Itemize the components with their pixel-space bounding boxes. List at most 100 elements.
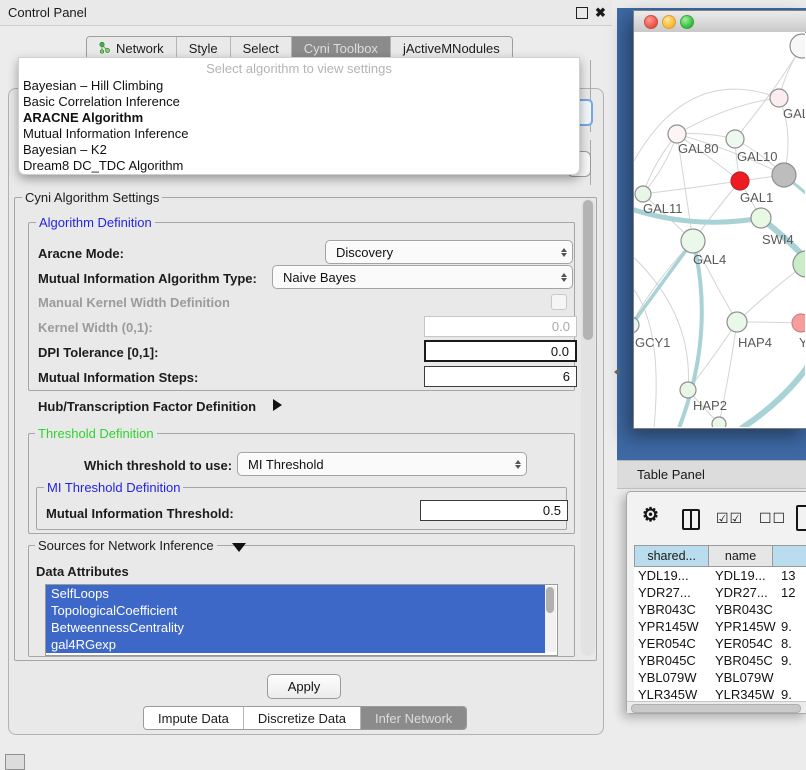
attributes-scrollbar-thumb[interactable] bbox=[546, 587, 554, 613]
tab-infer-network[interactable]: Infer Network bbox=[361, 707, 466, 729]
network-view-window[interactable]: GAL GAL80 GAL10 GAL1 GAL11 SWI4 GAL4 GCY… bbox=[633, 10, 806, 429]
splitter-collapse-icon[interactable] bbox=[614, 368, 619, 376]
algorithm-option[interactable]: Bayesian – Hill Climbing bbox=[23, 78, 573, 94]
node-label: HAP4 bbox=[738, 335, 772, 350]
kernel-width-value: 0.0 bbox=[552, 319, 570, 334]
network-canvas[interactable]: GAL GAL80 GAL10 GAL1 GAL11 SWI4 GAL4 GCY… bbox=[634, 32, 805, 427]
gear-icon[interactable]: ⚙ bbox=[642, 504, 659, 527]
node-gal11[interactable] bbox=[635, 186, 651, 202]
table-row[interactable]: YBR045C YBR045C 9. bbox=[634, 652, 806, 669]
node-gray[interactable] bbox=[772, 163, 796, 187]
node-red[interactable] bbox=[731, 172, 749, 190]
mi-threshold-value: 0.5 bbox=[543, 503, 561, 518]
hub-section-label[interactable]: Hub/Transcription Factor Definition bbox=[38, 399, 256, 414]
node-salmon[interactable] bbox=[792, 314, 805, 332]
tab-discretize-data[interactable]: Discretize Data bbox=[244, 707, 361, 729]
data-attributes-label: Data Attributes bbox=[36, 564, 129, 579]
column-header-name[interactable]: name bbox=[709, 545, 773, 567]
checked-boxes-icon[interactable]: ☑☑ bbox=[716, 510, 743, 527]
columns-icon[interactable] bbox=[682, 509, 700, 530]
node-gal10[interactable] bbox=[726, 130, 744, 148]
algorithm-option-selected[interactable]: ARACNE Algorithm bbox=[23, 110, 573, 126]
aracne-mode-value: Discovery bbox=[326, 245, 556, 260]
cell: YBL079W bbox=[638, 669, 697, 686]
column-header-shared-name[interactable]: shared... bbox=[634, 545, 709, 567]
data-attributes-list[interactable]: SelfLoops TopologicalCoefficient Between… bbox=[45, 584, 558, 656]
tab-select[interactable]: Select bbox=[231, 37, 292, 59]
table-row[interactable]: YDR27... YDR27... 12 bbox=[634, 584, 806, 601]
table-row[interactable]: YDL19... YDL19... 13 bbox=[634, 567, 806, 584]
table-row[interactable]: YER054C YER054C 8. bbox=[634, 635, 806, 652]
sources-title[interactable]: Sources for Network Inference bbox=[35, 538, 217, 553]
tab-impute-data[interactable]: Impute Data bbox=[144, 707, 244, 729]
node-label: HAP2 bbox=[693, 398, 727, 413]
table-row[interactable]: YPR145W YPR145W 9. bbox=[634, 618, 806, 635]
node-label: SWI4 bbox=[762, 232, 794, 247]
attribute-item-selected[interactable]: BetweennessCentrality bbox=[46, 619, 545, 636]
node-hap4[interactable] bbox=[727, 312, 747, 332]
minimize-traffic-light-icon[interactable] bbox=[662, 15, 676, 29]
close-traffic-light-icon[interactable] bbox=[644, 15, 658, 29]
attributes-scrollbar[interactable] bbox=[545, 586, 556, 652]
settings-scrollbar-thumb[interactable] bbox=[583, 200, 593, 340]
resize-grip[interactable] bbox=[5, 754, 25, 770]
collapsed-arrow-icon[interactable] bbox=[273, 399, 282, 411]
dpi-tolerance-input[interactable]: 0.0 bbox=[424, 340, 577, 362]
tab-style[interactable]: Style bbox=[177, 37, 231, 59]
attribute-item-selected[interactable]: gal4RGexp bbox=[46, 636, 545, 653]
network-window-titlebar[interactable] bbox=[634, 11, 806, 33]
mi-threshold-input[interactable]: 0.5 bbox=[420, 500, 568, 521]
attribute-item-selected[interactable]: SelfLoops bbox=[46, 585, 545, 602]
table-panel-window: ⚙ ☑☑ ☐☐ shared... name YDL19... YDL19...… bbox=[626, 491, 806, 714]
algorithm-option[interactable]: Mutual Information Inference bbox=[23, 126, 573, 142]
column-header-clipped[interactable] bbox=[773, 545, 806, 567]
table-horizontal-scrollbar[interactable] bbox=[627, 701, 806, 713]
tab-network-label: Network bbox=[116, 41, 164, 56]
cell: YDL19... bbox=[638, 567, 689, 584]
kernel-width-input[interactable]: 0.0 bbox=[424, 316, 577, 337]
manual-kernel-width-checkbox[interactable] bbox=[551, 294, 567, 310]
tab-network[interactable]: Network bbox=[87, 37, 177, 59]
dpi-tolerance-label: DPI Tolerance [0,1]: bbox=[38, 345, 158, 360]
table-row[interactable]: YLR345W YLR345W 9. bbox=[634, 686, 806, 701]
node[interactable] bbox=[770, 89, 788, 107]
settings-scrollbar[interactable] bbox=[581, 199, 595, 656]
node-gal1[interactable] bbox=[751, 208, 771, 228]
algorithm-option[interactable]: Bayesian – K2 bbox=[23, 142, 573, 158]
table-row[interactable]: YBL079W YBL079W bbox=[634, 669, 806, 686]
mi-threshold-definition-title: MI Threshold Definition bbox=[44, 480, 183, 495]
tab-jactivemnodules[interactable]: jActiveMNodules bbox=[391, 37, 512, 59]
algorithm-option[interactable]: Basic Correlation Inference bbox=[23, 94, 573, 110]
clipped-toolbar-icon[interactable] bbox=[796, 505, 806, 531]
aracne-mode-select[interactable]: Discovery bbox=[325, 240, 573, 264]
mi-algorithm-type-label: Mutual Information Algorithm Type: bbox=[38, 271, 257, 286]
expanded-arrow-icon[interactable] bbox=[232, 543, 246, 552]
algorithm-definition-title: Algorithm Definition bbox=[36, 215, 155, 230]
table-row[interactable]: YBR043C YBR043C bbox=[634, 601, 806, 618]
unchecked-boxes-icon[interactable]: ☐☐ bbox=[759, 510, 786, 527]
cell: YBL079W bbox=[715, 669, 774, 686]
which-threshold-select[interactable]: MI Threshold bbox=[237, 452, 527, 476]
stepper-icon bbox=[556, 248, 572, 257]
zoom-traffic-light-icon[interactable] bbox=[680, 15, 694, 29]
node[interactable] bbox=[790, 34, 805, 58]
control-panel-titlebar: Control Panel ✖ bbox=[0, 0, 612, 26]
algorithm-option[interactable]: Dream8 DC_TDC Algorithm bbox=[23, 158, 573, 174]
mi-steps-input[interactable]: 6 bbox=[424, 366, 577, 387]
node-gcy1[interactable] bbox=[634, 317, 639, 333]
tab-cyni-toolbox[interactable]: Cyni Toolbox bbox=[292, 37, 391, 59]
tab-discretize-data-label: Discretize Data bbox=[258, 711, 346, 726]
float-window-icon[interactable] bbox=[576, 7, 588, 19]
apply-button[interactable]: Apply bbox=[267, 674, 341, 699]
tab-select-label: Select bbox=[243, 41, 279, 56]
node-gal4[interactable] bbox=[681, 229, 705, 253]
attribute-item-selected[interactable]: TopologicalCoefficient bbox=[46, 602, 545, 619]
table-horizontal-scrollbar-thumb[interactable] bbox=[631, 704, 801, 713]
close-icon[interactable]: ✖ bbox=[595, 5, 606, 21]
node[interactable] bbox=[712, 417, 726, 427]
node-hap2[interactable] bbox=[680, 382, 696, 398]
mi-algorithm-type-select[interactable]: Naive Bayes bbox=[272, 265, 573, 289]
node[interactable] bbox=[793, 251, 805, 277]
mi-algorithm-type-value: Naive Bayes bbox=[273, 270, 556, 285]
cell: YBR043C bbox=[715, 601, 773, 618]
